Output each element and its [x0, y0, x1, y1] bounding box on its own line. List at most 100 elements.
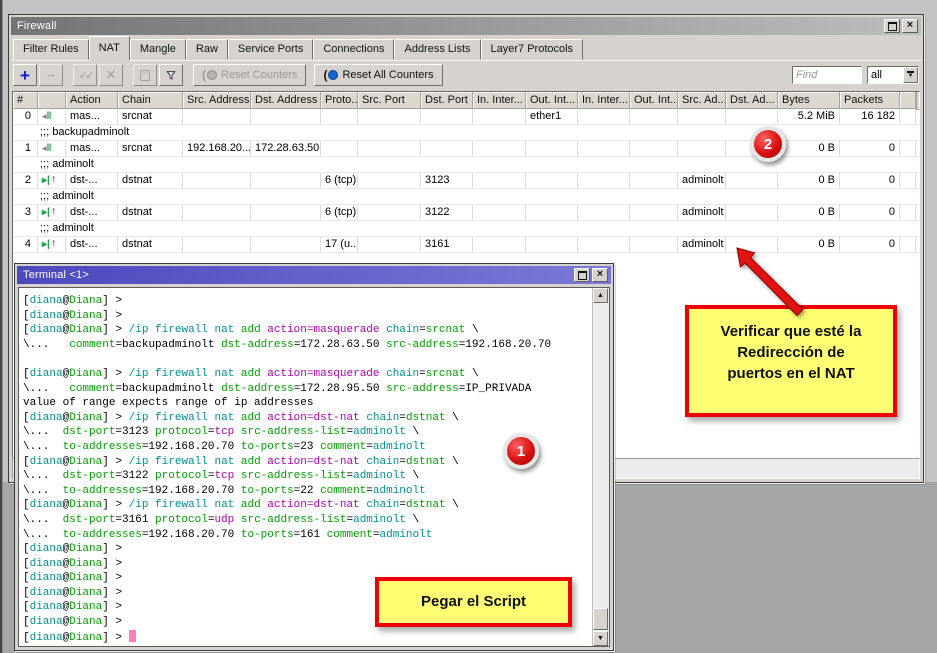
column-header[interactable]: Dst. Address: [251, 92, 321, 109]
column-header[interactable]: #: [13, 92, 38, 109]
nat-rule-row[interactable]: 2▸|↾dst-...dstnat6 (tcp)3123adminolt0 B0: [13, 173, 919, 189]
rule-comment: ;;; adminolt: [13, 189, 94, 204]
column-header[interactable]: Dst. Port: [421, 92, 473, 109]
cell-dst_address: [251, 205, 321, 220]
cell-out_interface: [526, 141, 578, 156]
column-header[interactable]: Src. Address: [183, 92, 251, 109]
tab-layer7-protocols[interactable]: Layer7 Protocols: [481, 39, 584, 60]
funnel-icon: [166, 69, 176, 82]
tab-filter-rules[interactable]: Filter Rules: [13, 39, 89, 60]
remove-button[interactable]: −: [39, 64, 63, 86]
terminal-line: [diana@Diana] > /ip firewall nat add act…: [23, 411, 593, 426]
double-check-icon: ✓✓: [79, 69, 91, 82]
filter-scope-dropdown[interactable]: all ▼: [867, 66, 919, 84]
rule-comment: ;;; backupadminolt: [13, 125, 129, 140]
cell-dst_address_list: [726, 173, 778, 188]
terminal-line: [diana@Diana] > /ip firewall nat add act…: [23, 498, 593, 513]
tab-mangle[interactable]: Mangle: [130, 39, 186, 60]
terminal-line: \... dst-port=3122 protocol=tcp src-addr…: [23, 469, 593, 484]
terminal-scrollbar[interactable]: ▲ ▼: [592, 288, 609, 646]
terminal-line: value of range expects range of ip addre…: [23, 396, 593, 411]
disable-button[interactable]: ✕: [99, 64, 123, 86]
comment-row[interactable]: ;;; adminolt: [13, 157, 919, 173]
scroll-up-icon[interactable]: ▲: [593, 288, 608, 303]
tab-address-lists[interactable]: Address Lists: [394, 39, 480, 60]
column-header[interactable]: Src. Port: [358, 92, 421, 109]
terminal-cursor: [129, 630, 136, 642]
column-header[interactable]: Bytes: [778, 92, 840, 109]
nat-rule-row[interactable]: 0◂‖mas...srcnatether15.2 MiB16 182: [13, 109, 919, 125]
cell-dst_address: [251, 237, 321, 252]
nat-rule-row[interactable]: 3▸|↾dst-...dstnat6 (tcp)3122adminolt0 B0: [13, 205, 919, 221]
column-header[interactable]: Proto...: [321, 92, 358, 109]
column-header[interactable]: In. Inter...: [473, 92, 526, 109]
cell-extra: [900, 109, 916, 124]
cell-dst_port: 3123: [421, 173, 473, 188]
comment-button[interactable]: [133, 64, 157, 86]
plus-icon: +: [20, 68, 30, 83]
column-header[interactable]: Packets: [840, 92, 900, 109]
close-icon[interactable]: ×: [902, 19, 918, 33]
filter-button[interactable]: [159, 64, 183, 86]
maximize-icon[interactable]: [884, 19, 900, 33]
cell-src_port: [358, 173, 421, 188]
reset-counters-icon: (: [202, 68, 217, 82]
cell-dst_port: [421, 109, 473, 124]
column-header[interactable]: Src. Ad...: [678, 92, 726, 109]
cell-num: 0: [13, 109, 38, 124]
cell-dst_port: [421, 141, 473, 156]
card-icon: [140, 70, 150, 81]
tab-connections[interactable]: Connections: [313, 39, 394, 60]
add-button[interactable]: +: [13, 64, 37, 86]
cell-out_interface: [526, 237, 578, 252]
column-header[interactable]: Chain: [118, 92, 183, 109]
tab-raw[interactable]: Raw: [186, 39, 228, 60]
filter-scope-value: all: [868, 69, 903, 81]
scrollbar-thumb[interactable]: [593, 608, 608, 630]
column-header[interactable]: [38, 92, 66, 109]
cell-packets: 0: [840, 141, 900, 156]
screen-left-edge-highlight: [2, 0, 3, 653]
toolbar-buttons: +− ✓✓ ✕: [13, 64, 185, 86]
column-header[interactable]: Out. Int...: [630, 92, 678, 109]
nat-rule-row[interactable]: 4▸|↾dst-...dstnat17 (u...3161adminolt0 B…: [13, 237, 919, 253]
column-header[interactable]: In. Inter...: [578, 92, 630, 109]
cell-src_address: 192.168.20...: [183, 141, 251, 156]
cell-out_interface: ether1: [526, 109, 578, 124]
cell-chain: dstnat: [118, 173, 183, 188]
close-icon[interactable]: ×: [592, 268, 608, 282]
terminal-titlebar[interactable]: Terminal <1> ×: [17, 266, 611, 284]
cell-num: 3: [13, 205, 38, 220]
cell-dst_port: 3122: [421, 205, 473, 220]
dropdown-arrow-icon[interactable]: ▼: [903, 67, 918, 83]
comment-row[interactable]: ;;; adminolt: [13, 189, 919, 205]
cell-action: mas...: [66, 109, 118, 124]
reset-counters-button[interactable]: ( Reset Counters: [193, 64, 306, 86]
cell-in_interface2: [578, 205, 630, 220]
tab-nat[interactable]: NAT: [89, 36, 130, 60]
scroll-down-icon[interactable]: ▼: [593, 631, 608, 646]
cell-in_interface2: [578, 141, 630, 156]
maximize-icon[interactable]: [574, 268, 590, 282]
column-select-arrow-icon[interactable]: ▼: [916, 92, 920, 110]
rule-comment: ;;; adminolt: [13, 157, 94, 172]
column-header[interactable]: [900, 92, 916, 109]
firewall-tabs: Filter RulesNATMangleRawService PortsCon…: [13, 37, 919, 60]
cell-in_interface2: [578, 173, 630, 188]
cell-packets: 0: [840, 205, 900, 220]
firewall-window-title: Firewall: [17, 20, 882, 32]
column-header[interactable]: Out. Int...: [526, 92, 578, 109]
reset-all-counters-button[interactable]: ( Reset All Counters: [314, 64, 442, 86]
cell-chain: srcnat: [118, 109, 183, 124]
tab-service-ports[interactable]: Service Ports: [228, 39, 313, 60]
column-header[interactable]: Dst. Ad...: [726, 92, 778, 109]
terminal-line: [diana@Diana] >: [23, 309, 593, 324]
enable-button[interactable]: ✓✓: [73, 64, 97, 86]
cell-out_interface2: [630, 141, 678, 156]
find-input[interactable]: [792, 66, 862, 84]
column-header[interactable]: Action: [66, 92, 118, 109]
cell-chain: dstnat: [118, 205, 183, 220]
firewall-titlebar[interactable]: Firewall ×: [11, 17, 921, 35]
comment-row[interactable]: ;;; adminolt: [13, 221, 919, 237]
reset-all-counters-icon: (: [323, 68, 338, 82]
